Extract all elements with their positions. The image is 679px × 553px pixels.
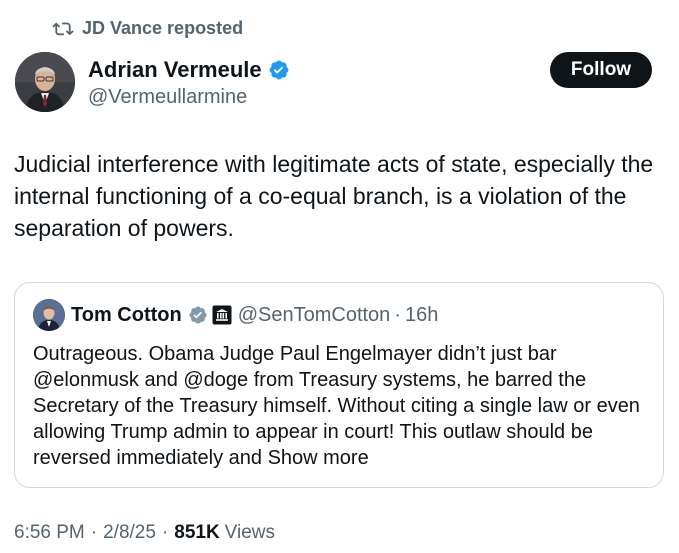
quoted-post[interactable]: Tom Cotton @SenTomCotton · 16h Outrageou… bbox=[14, 282, 664, 488]
repost-indicator[interactable]: JD Vance reposted bbox=[52, 16, 243, 40]
author-avatar[interactable] bbox=[15, 52, 75, 112]
show-more-link[interactable]: Show more bbox=[268, 447, 369, 469]
quote-author-avatar[interactable] bbox=[33, 299, 65, 331]
repost-label: JD Vance reposted bbox=[82, 17, 244, 38]
quote-separator: · bbox=[394, 303, 401, 326]
quote-text-block: Outrageous. Obama Judge Paul Engelmayer … bbox=[33, 341, 653, 471]
government-badge-icon[interactable] bbox=[212, 305, 232, 325]
verified-badge-icon[interactable] bbox=[268, 59, 290, 81]
views-count[interactable]: 851K bbox=[174, 522, 219, 544]
avatar-image bbox=[15, 52, 75, 112]
meta-separator: · bbox=[90, 522, 98, 543]
quote-author-handle[interactable]: @SenTomCotton bbox=[238, 304, 391, 327]
post-text: Judicial interference with legitimate ac… bbox=[14, 151, 654, 241]
views-label: Views bbox=[224, 522, 276, 543]
post-date[interactable]: 2/8/25 bbox=[103, 522, 156, 544]
quote-timestamp[interactable]: 16h bbox=[405, 304, 438, 327]
meta-separator: · bbox=[161, 522, 169, 543]
post-metadata: 6:56 PM · 2/8/25 · 851K Views bbox=[14, 522, 275, 544]
quote-verified-badge-icon[interactable] bbox=[188, 305, 208, 325]
author-name[interactable]: Adrian Vermeule bbox=[88, 57, 262, 83]
quote-avatar-image bbox=[33, 299, 65, 331]
post-time[interactable]: 6:56 PM bbox=[14, 522, 85, 544]
repost-icon bbox=[52, 22, 74, 36]
author-block: Adrian Vermeule @Vermeullarmine bbox=[88, 56, 290, 109]
author-handle[interactable]: @Vermeullarmine bbox=[88, 86, 290, 109]
follow-button[interactable]: Follow bbox=[550, 52, 652, 88]
quote-author-name[interactable]: Tom Cotton bbox=[71, 304, 182, 327]
